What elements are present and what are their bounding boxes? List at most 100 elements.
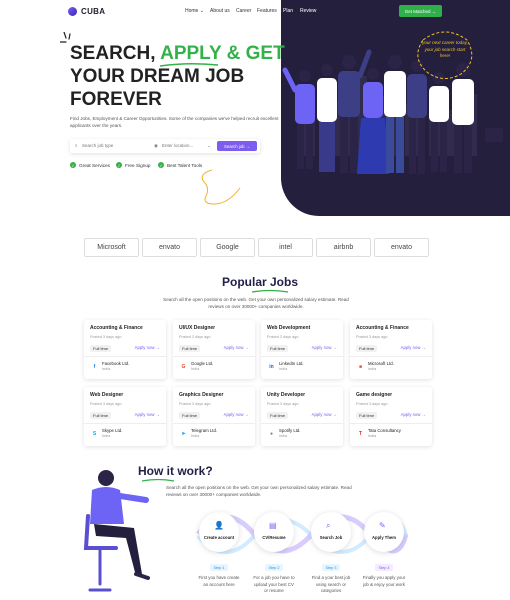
company-name: LinkedIn Ltd.	[279, 361, 304, 366]
job-title: Accounting & Finance	[90, 325, 143, 331]
apply-now-link[interactable]: Apply now →	[135, 412, 160, 417]
hero-title-line-3: FOREVER	[70, 89, 162, 110]
company-name: Spotify Ltd.	[279, 428, 301, 433]
brand-logo-airbnb: airbnb	[316, 238, 371, 257]
step-number-badge: Step 3	[322, 564, 340, 571]
company-logo-icon: S	[92, 430, 97, 437]
company-location: India	[279, 434, 288, 438]
step-description: Find a your best job using search or cat…	[311, 575, 351, 593]
job-search-bar: ⌕ Search job type ◉ Enter location... ⌄ …	[70, 139, 260, 153]
job-card[interactable]: UI/UX Designer Posted 3 days ago Full time…	[173, 320, 255, 379]
job-card[interactable]: Unity Developer Posted 3 days ago Full tim…	[261, 387, 343, 446]
company-name: Tata Consultancy	[368, 428, 401, 433]
company-name: Google Ltd.	[191, 361, 214, 366]
step-label: CV/Resume	[262, 535, 286, 540]
brand-logo-google: Google	[200, 238, 255, 257]
company-location: India	[279, 367, 288, 371]
company-location: India	[102, 367, 111, 371]
company-logo-icon: ■	[358, 363, 363, 370]
company-logo-icon: f	[93, 363, 96, 370]
chevron-down-icon: ⌄	[207, 143, 211, 148]
job-card[interactable]: Web Development Posted 3 days ago Full tim…	[261, 320, 343, 379]
step-icon: ✎	[379, 521, 386, 530]
hero-title-part-a: SEARCH,	[70, 43, 161, 64]
step-number-badge: Step 1	[210, 564, 228, 571]
nav-career[interactable]: Career	[236, 8, 251, 14]
how-it-works-subtitle: Search all the open positions on the web…	[166, 485, 352, 497]
check-icon: ✓	[116, 162, 122, 168]
job-type-badge: Full time	[267, 412, 289, 419]
nav-plan[interactable]: Plan	[283, 8, 293, 14]
location-input[interactable]: Enter location...	[162, 143, 193, 148]
company-location: India	[191, 434, 200, 438]
company-location: India	[368, 434, 377, 438]
apply-now-link[interactable]: Apply now →	[312, 345, 337, 350]
step-description: For a job you have to upload your best C…	[253, 575, 295, 593]
job-card[interactable]: Game designer Posted 3 days ago Full time A…	[350, 387, 432, 446]
posted-date: Posted 3 days ago	[356, 335, 388, 339]
card-divider	[350, 423, 432, 424]
company-location: India	[102, 434, 111, 438]
speech-bubble-text: your next career today, your job search …	[422, 40, 468, 58]
job-card[interactable]: Graphics Designer Posted 3 days ago Full t…	[173, 387, 255, 446]
logo-icon	[68, 7, 77, 16]
job-title: Web Designer	[90, 392, 124, 398]
job-title: Game designer	[356, 392, 393, 398]
get-matched-button[interactable]: Get Matched →	[399, 5, 442, 17]
step-card: 👤 Create account	[199, 512, 239, 552]
check-icon: ✓	[158, 162, 164, 168]
posted-date: Posted 3 days ago	[356, 402, 388, 406]
card-divider	[173, 423, 255, 424]
nav-features[interactable]: Features	[257, 8, 277, 14]
job-type-input[interactable]: Search job type	[82, 143, 113, 148]
card-divider	[84, 356, 166, 357]
hero-title-line-2: YOUR DREAM JOB	[70, 66, 245, 87]
card-divider	[173, 356, 255, 357]
job-title: Accounting & Finance	[356, 325, 409, 331]
hero-title-part-b: APPLY & GET	[160, 43, 285, 64]
apply-now-link[interactable]: Apply now →	[224, 345, 249, 350]
nav-review[interactable]: Review	[300, 8, 316, 14]
title-underline	[141, 478, 175, 482]
card-divider	[350, 356, 432, 357]
brand-logo[interactable]: CUBA	[68, 7, 105, 16]
apply-now-link[interactable]: Apply now →	[401, 412, 426, 417]
step-icon: ⌕	[326, 521, 331, 530]
apply-now-link[interactable]: Apply now →	[135, 345, 160, 350]
step-description: First you have create an account here	[198, 575, 240, 587]
posted-date: Posted 3 days ago	[90, 402, 122, 406]
feature-label: Best Talent Tools	[167, 162, 203, 168]
feature-free-signup: ✓ Free Signup	[116, 162, 151, 168]
job-title: Unity Developer	[267, 392, 306, 398]
card-divider	[261, 423, 343, 424]
step-card: ⌕ Search Job	[311, 512, 351, 552]
job-card[interactable]: Web Designer Posted 3 days ago Full time Ap…	[84, 387, 166, 446]
job-title: Web Development	[267, 325, 311, 331]
apply-now-link[interactable]: Apply now →	[401, 345, 426, 350]
business-people-illustration	[282, 49, 503, 174]
nav-home[interactable]: Home ⌄	[185, 8, 204, 14]
search-job-button[interactable]: Search job →	[217, 141, 257, 151]
company-logo-icon: T	[358, 430, 363, 437]
brand-name: CUBA	[81, 7, 106, 16]
step-number-badge: Step 2	[265, 564, 283, 571]
hero-illustration-panel: your next career today, your job search …	[281, 0, 510, 216]
apply-now-link[interactable]: Apply now →	[224, 412, 249, 417]
company-logo-icon: in	[269, 363, 274, 370]
company-logo-icon: ➤	[181, 430, 186, 437]
step-label: Search Job	[319, 535, 343, 540]
posted-date: Posted 3 days ago	[90, 335, 122, 339]
job-card[interactable]: Accounting & Finance Posted 3 days ago Ful…	[350, 320, 432, 379]
job-card[interactable]: Accounting & Finance Posted 3 days ago Ful…	[84, 320, 166, 379]
popular-jobs-title: Popular Jobs	[222, 275, 299, 289]
check-icon: ✓	[70, 162, 76, 168]
posted-date: Posted 3 days ago	[179, 402, 211, 406]
nav-about[interactable]: About us	[210, 8, 230, 14]
feature-great-services: ✓ Great Services	[70, 162, 110, 168]
step-card: ✎ Apply Them	[364, 512, 404, 552]
brand-logo-microsoft: Microsoft	[84, 238, 139, 257]
curly-arrow-decoration	[201, 169, 241, 205]
job-type-badge: Full time	[356, 345, 378, 352]
location-pin-icon: ◉	[154, 143, 158, 148]
apply-now-link[interactable]: Apply now →	[312, 412, 337, 417]
